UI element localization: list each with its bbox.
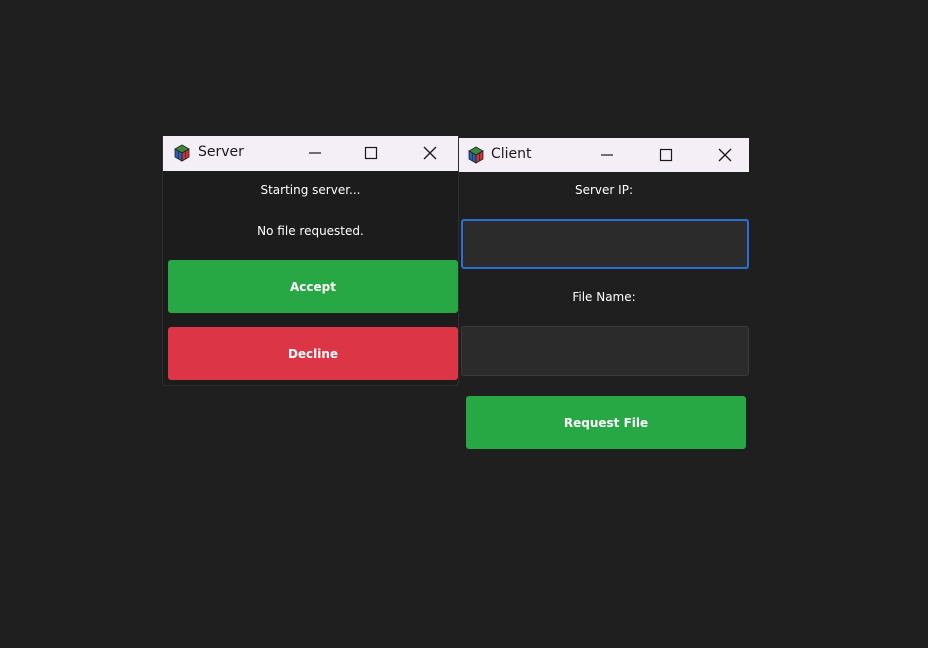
server-ip-input[interactable] — [461, 219, 749, 269]
server-window: Server Starting server... No file reques… — [162, 136, 459, 386]
colored-cube-icon — [468, 146, 484, 164]
file-name-input[interactable] — [461, 326, 749, 376]
client-window-title: Client — [491, 146, 532, 162]
server-status-text: Starting server... — [260, 183, 361, 197]
maximize-icon[interactable] — [363, 145, 379, 161]
server-ip-label: Server IP: — [575, 183, 633, 197]
file-name-label: File Name: — [572, 290, 636, 304]
request-file-button[interactable]: Request File — [466, 396, 746, 449]
minimize-icon[interactable] — [307, 145, 323, 161]
request-status-text: No file requested. — [257, 224, 364, 238]
client-window: Client Server IP: File Name: Request Fil… — [459, 138, 749, 452]
close-icon[interactable] — [422, 145, 438, 161]
accept-button[interactable]: Accept — [168, 260, 458, 313]
colored-cube-icon — [174, 144, 190, 162]
close-icon[interactable] — [717, 147, 733, 163]
server-titlebar[interactable]: Server — [163, 136, 458, 171]
minimize-icon[interactable] — [599, 147, 615, 163]
maximize-icon[interactable] — [658, 147, 674, 163]
decline-button[interactable]: Decline — [168, 327, 458, 380]
server-window-title: Server — [198, 144, 244, 160]
client-titlebar[interactable]: Client — [459, 138, 749, 172]
